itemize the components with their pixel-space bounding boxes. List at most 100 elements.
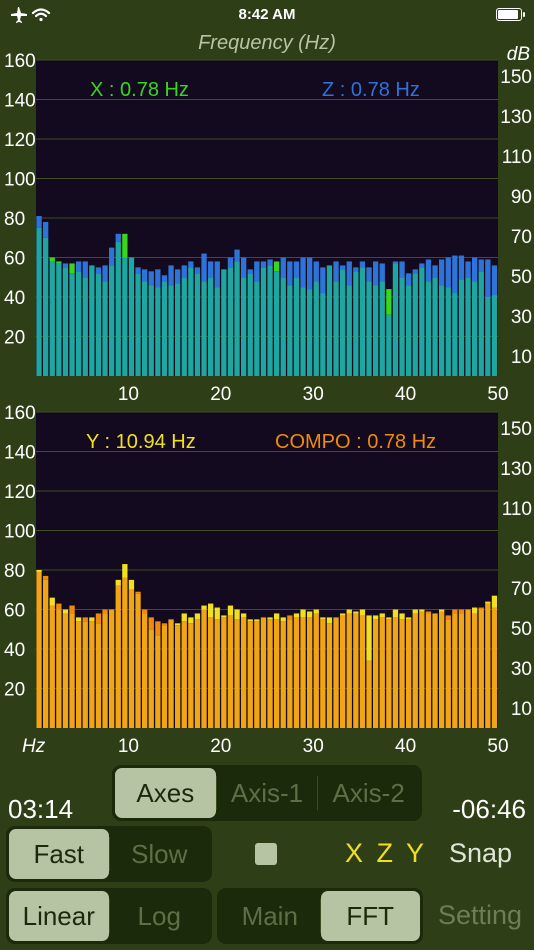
bar [419, 267, 425, 376]
bar-peak [43, 575, 49, 580]
segment-log[interactable]: Log [110, 891, 210, 941]
bar [175, 283, 181, 376]
bar-peak [359, 261, 366, 268]
y-tick-label: 80 [4, 561, 25, 582]
bar-peak [95, 267, 102, 274]
bar [320, 293, 326, 376]
bar [115, 241, 121, 376]
segment-linear[interactable]: Linear [9, 891, 109, 941]
db-tick-label: 110 [502, 499, 532, 520]
bar [247, 621, 253, 728]
bar-peak [373, 615, 379, 620]
bar [227, 267, 234, 376]
bar [452, 613, 458, 728]
setting-button[interactable]: Setting [438, 900, 522, 931]
checkbox[interactable] [255, 843, 277, 865]
bar [445, 287, 451, 376]
bar-peak [392, 261, 399, 264]
y-tick-label: 40 [4, 288, 25, 309]
bar [214, 619, 220, 728]
bar-peak [227, 605, 234, 616]
bar [201, 609, 207, 728]
bar-peak [168, 265, 174, 286]
bar [43, 579, 49, 728]
bar [56, 609, 62, 728]
bar-peak [43, 221, 49, 238]
status-time: 8:42 AM [238, 6, 296, 23]
bar [234, 619, 240, 728]
x-tick-label: 10 [118, 736, 139, 756]
db-tick-label: 150 [500, 419, 532, 440]
bar-peak [465, 261, 471, 278]
bar-peak [340, 265, 346, 270]
bar-peak [307, 611, 313, 618]
x-peak-label: X : 0.78 Hz [90, 79, 189, 101]
bar [485, 297, 491, 376]
db-tick-label: 70 [511, 579, 532, 600]
bar-peak [425, 259, 432, 282]
bar-peak [458, 255, 465, 280]
bar-peak [234, 249, 240, 262]
bar-peak [386, 617, 392, 620]
y-tick-label: 60 [4, 249, 25, 270]
bar-peak [155, 269, 161, 288]
axis-order-button[interactable]: X Z Y [345, 838, 427, 869]
bar [373, 285, 379, 376]
bar-peak [472, 257, 478, 282]
bar-peak [472, 607, 478, 614]
bar-peak [227, 257, 234, 268]
bar-peak [122, 564, 128, 578]
bar [148, 629, 154, 728]
segment-slow[interactable]: Slow [110, 829, 210, 879]
segment-fft[interactable]: FFT [320, 891, 420, 941]
top-fft-chart: dB 20 40 60 80 100 120 140 160 10 30 50 70 90 110 130 1… [4, 44, 532, 404]
bar [148, 285, 154, 376]
db-tick-label: 10 [511, 699, 532, 720]
bar-peak [115, 233, 121, 242]
bar [36, 571, 42, 728]
bar [161, 281, 168, 376]
bar [287, 285, 293, 376]
db-axis-title: dB [507, 44, 531, 65]
bar-peak [89, 617, 95, 622]
bar [102, 281, 108, 376]
bar-peak [260, 261, 267, 268]
bar-peak [346, 261, 352, 286]
view-segmented-control[interactable]: Main FFT [217, 888, 423, 944]
bar-peak [36, 570, 42, 572]
bar [359, 267, 366, 376]
bar-peak [109, 247, 115, 266]
x-tick-label: 50 [487, 736, 508, 756]
scale-segmented-control[interactable]: Linear Log [6, 888, 212, 944]
segment-axes[interactable]: Axes [115, 768, 216, 818]
segment-axis-2[interactable]: Axis-2 [318, 768, 419, 818]
bar [109, 609, 115, 728]
x-tick-label: 30 [303, 736, 324, 756]
segment-axis-1[interactable]: Axis-1 [217, 768, 318, 818]
segment-main[interactable]: Main [220, 891, 320, 941]
bar [287, 619, 293, 728]
y-peak-label: Y : 10.94 Hz [86, 431, 196, 453]
y-tick-label: 20 [4, 328, 25, 349]
bar [62, 267, 69, 376]
snap-button[interactable]: Snap [449, 838, 512, 869]
segment-fast[interactable]: Fast [9, 829, 109, 879]
x-tick-label: 40 [395, 736, 416, 756]
bar-peak [300, 609, 306, 618]
bar-peak [287, 615, 293, 620]
speed-segmented-control[interactable]: Fast Slow [6, 826, 212, 882]
bar-peak [406, 273, 412, 286]
bar [89, 265, 95, 376]
bar [122, 577, 128, 728]
db-tick-label: 30 [511, 659, 532, 680]
bar-peak [293, 261, 300, 278]
y-tick-label: 80 [4, 209, 25, 230]
axes-segmented-control[interactable]: Axes Axis-1 Axis-2 [112, 765, 422, 821]
bar-peak [221, 615, 227, 618]
bar [353, 271, 359, 376]
bar-peak [412, 609, 418, 614]
bar-peak [300, 257, 306, 288]
bar [465, 277, 471, 376]
bar [168, 619, 174, 728]
y-tick-label: 140 [4, 91, 36, 112]
